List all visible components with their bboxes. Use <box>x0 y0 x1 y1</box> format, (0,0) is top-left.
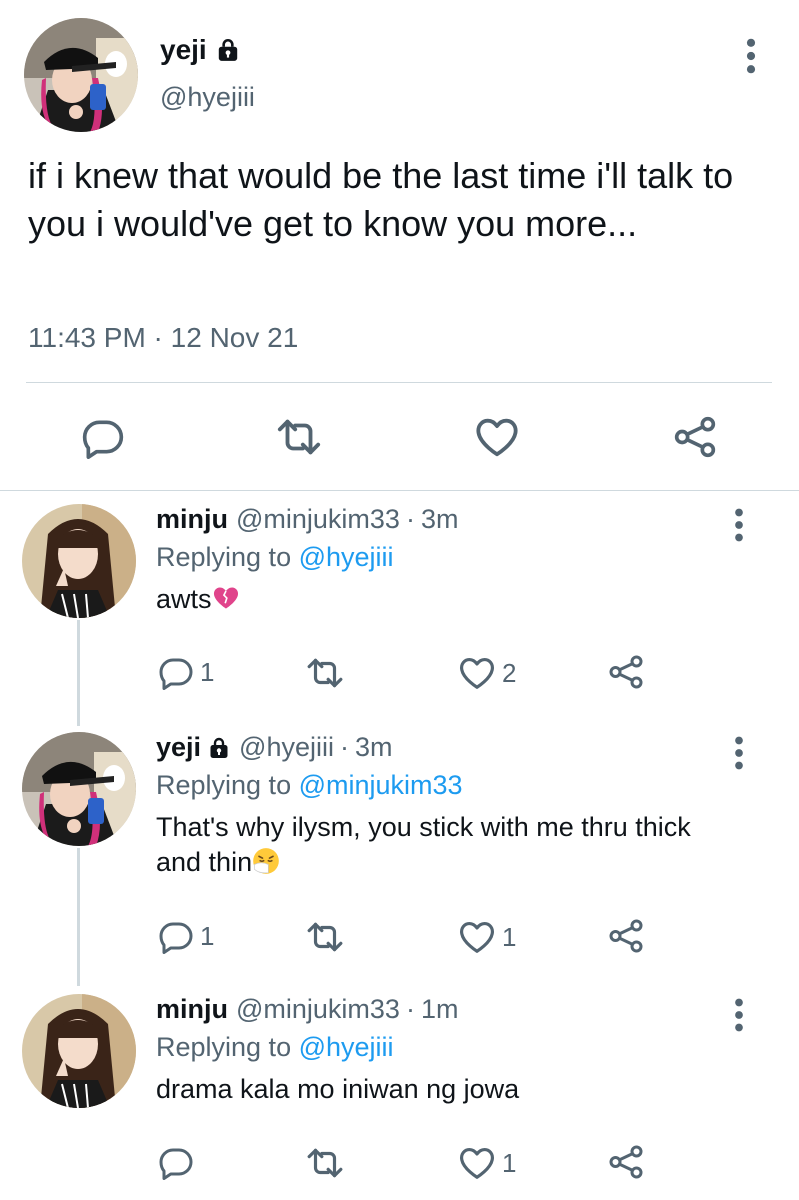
reply-icon <box>158 918 194 954</box>
reply-icon <box>158 1144 194 1180</box>
replying-prefix: Replying to <box>156 770 292 800</box>
author-name-row[interactable]: yeji <box>160 34 241 66</box>
author-name[interactable]: minju <box>156 504 228 535</box>
reply-header: minju @minjukim33 · 3m <box>156 504 458 535</box>
lock-icon <box>207 736 231 760</box>
retweet-button[interactable] <box>306 654 344 692</box>
replying-prefix: Replying to <box>156 542 292 572</box>
share-button[interactable] <box>608 918 644 954</box>
reply-button[interactable]: 1 <box>158 918 214 954</box>
like-count: 2 <box>502 657 517 688</box>
separator-dot: · <box>405 994 415 1024</box>
like-icon <box>474 414 520 460</box>
reply-text-row: That's why ilysm, you stick with me thru… <box>156 810 716 880</box>
separator-dot: · <box>405 504 415 534</box>
reply-icon <box>81 415 125 459</box>
author-handle[interactable]: @hyejiii <box>239 732 334 763</box>
like-button[interactable]: 1 <box>458 1144 516 1182</box>
reply-header: minju @minjukim33 · 1m <box>156 994 458 1025</box>
tweet-text: if i knew that would be the last time i'… <box>28 155 734 244</box>
reply-time[interactable]: 3m <box>421 504 459 535</box>
reply-text: drama kala mo iniwan ng jowa <box>156 1074 520 1104</box>
reply-button[interactable] <box>158 1144 194 1180</box>
separator-dot: · <box>339 732 349 762</box>
reply-button[interactable] <box>78 412 128 462</box>
reply-header: yeji @hyejiii · 3m <box>156 732 393 763</box>
divider <box>26 382 772 383</box>
share-icon <box>673 415 717 459</box>
like-count: 1 <box>502 921 517 952</box>
replying-to: Replying to @hyejiii <box>156 542 394 573</box>
more-icon[interactable] <box>729 998 749 1032</box>
author-name[interactable]: minju <box>156 994 228 1025</box>
replying-to: Replying to @hyejiii <box>156 1032 394 1063</box>
author-handle[interactable]: @minjukim33 <box>236 994 400 1025</box>
retweet-button[interactable] <box>274 412 324 462</box>
avatar[interactable] <box>22 504 136 618</box>
reply-tweet[interactable]: minju @minjukim33 · 1m Replying to @hyej… <box>0 994 799 1194</box>
retweet-icon <box>276 414 322 460</box>
reply-icon <box>158 654 194 690</box>
divider <box>0 490 799 491</box>
retweet-button[interactable] <box>306 918 344 956</box>
lock-icon <box>215 37 241 63</box>
mention-link[interactable]: @minjukim33 <box>299 770 463 800</box>
author-name[interactable]: yeji <box>156 732 201 763</box>
reply-tweet[interactable]: minju @minjukim33 · 3m Replying to @hyej… <box>0 504 799 704</box>
avatar[interactable] <box>24 18 138 132</box>
main-tweet: yeji @hyejiii if i knew that would be th… <box>0 0 799 490</box>
mention-link[interactable]: @hyejiii <box>299 1032 394 1062</box>
like-icon <box>458 654 496 692</box>
retweet-icon <box>306 1144 344 1182</box>
share-icon <box>608 918 644 954</box>
share-icon <box>608 1144 644 1180</box>
avatar[interactable] <box>22 732 136 846</box>
share-icon <box>608 654 644 690</box>
like-icon <box>458 1144 496 1182</box>
reply-button[interactable]: 1 <box>158 654 214 690</box>
reply-count: 1 <box>200 920 215 951</box>
like-button[interactable] <box>472 412 522 462</box>
share-button[interactable] <box>670 412 720 462</box>
mention-link[interactable]: @hyejiii <box>299 542 394 572</box>
like-icon <box>458 918 496 956</box>
author-handle[interactable]: @minjukim33 <box>236 504 400 535</box>
avatar[interactable] <box>22 994 136 1108</box>
like-button[interactable]: 2 <box>458 654 516 692</box>
reply-time[interactable]: 3m <box>355 732 393 763</box>
tweet-timestamp[interactable]: 11:43 PM · 12 Nov 21 <box>28 322 298 354</box>
author-name[interactable]: yeji <box>160 34 207 66</box>
retweet-icon <box>306 918 344 956</box>
sneezing-face-emoji <box>252 847 280 875</box>
reply-count: 1 <box>200 656 215 687</box>
more-icon[interactable] <box>729 508 749 542</box>
reply-time[interactable]: 1m <box>421 994 459 1025</box>
reply-tweet[interactable]: yeji @hyejiii · 3m Replying to @minjukim… <box>0 732 799 972</box>
retweet-icon <box>306 654 344 692</box>
replying-to: Replying to @minjukim33 <box>156 770 463 801</box>
reply-text: awts <box>156 584 212 614</box>
more-icon[interactable] <box>729 736 749 770</box>
like-button[interactable]: 1 <box>458 918 516 956</box>
retweet-button[interactable] <box>306 1144 344 1182</box>
reply-text-row: awts <box>156 582 756 617</box>
like-count: 1 <box>502 1147 517 1178</box>
broken-heart-emoji <box>212 584 240 612</box>
author-handle[interactable]: @hyejiii <box>160 82 255 113</box>
share-button[interactable] <box>608 654 644 690</box>
more-icon[interactable] <box>740 38 762 74</box>
replying-prefix: Replying to <box>156 1032 292 1062</box>
author-name-row[interactable]: yeji <box>156 732 231 763</box>
share-button[interactable] <box>608 1144 644 1180</box>
reply-text: That's why ilysm, you stick with me thru… <box>156 812 691 877</box>
